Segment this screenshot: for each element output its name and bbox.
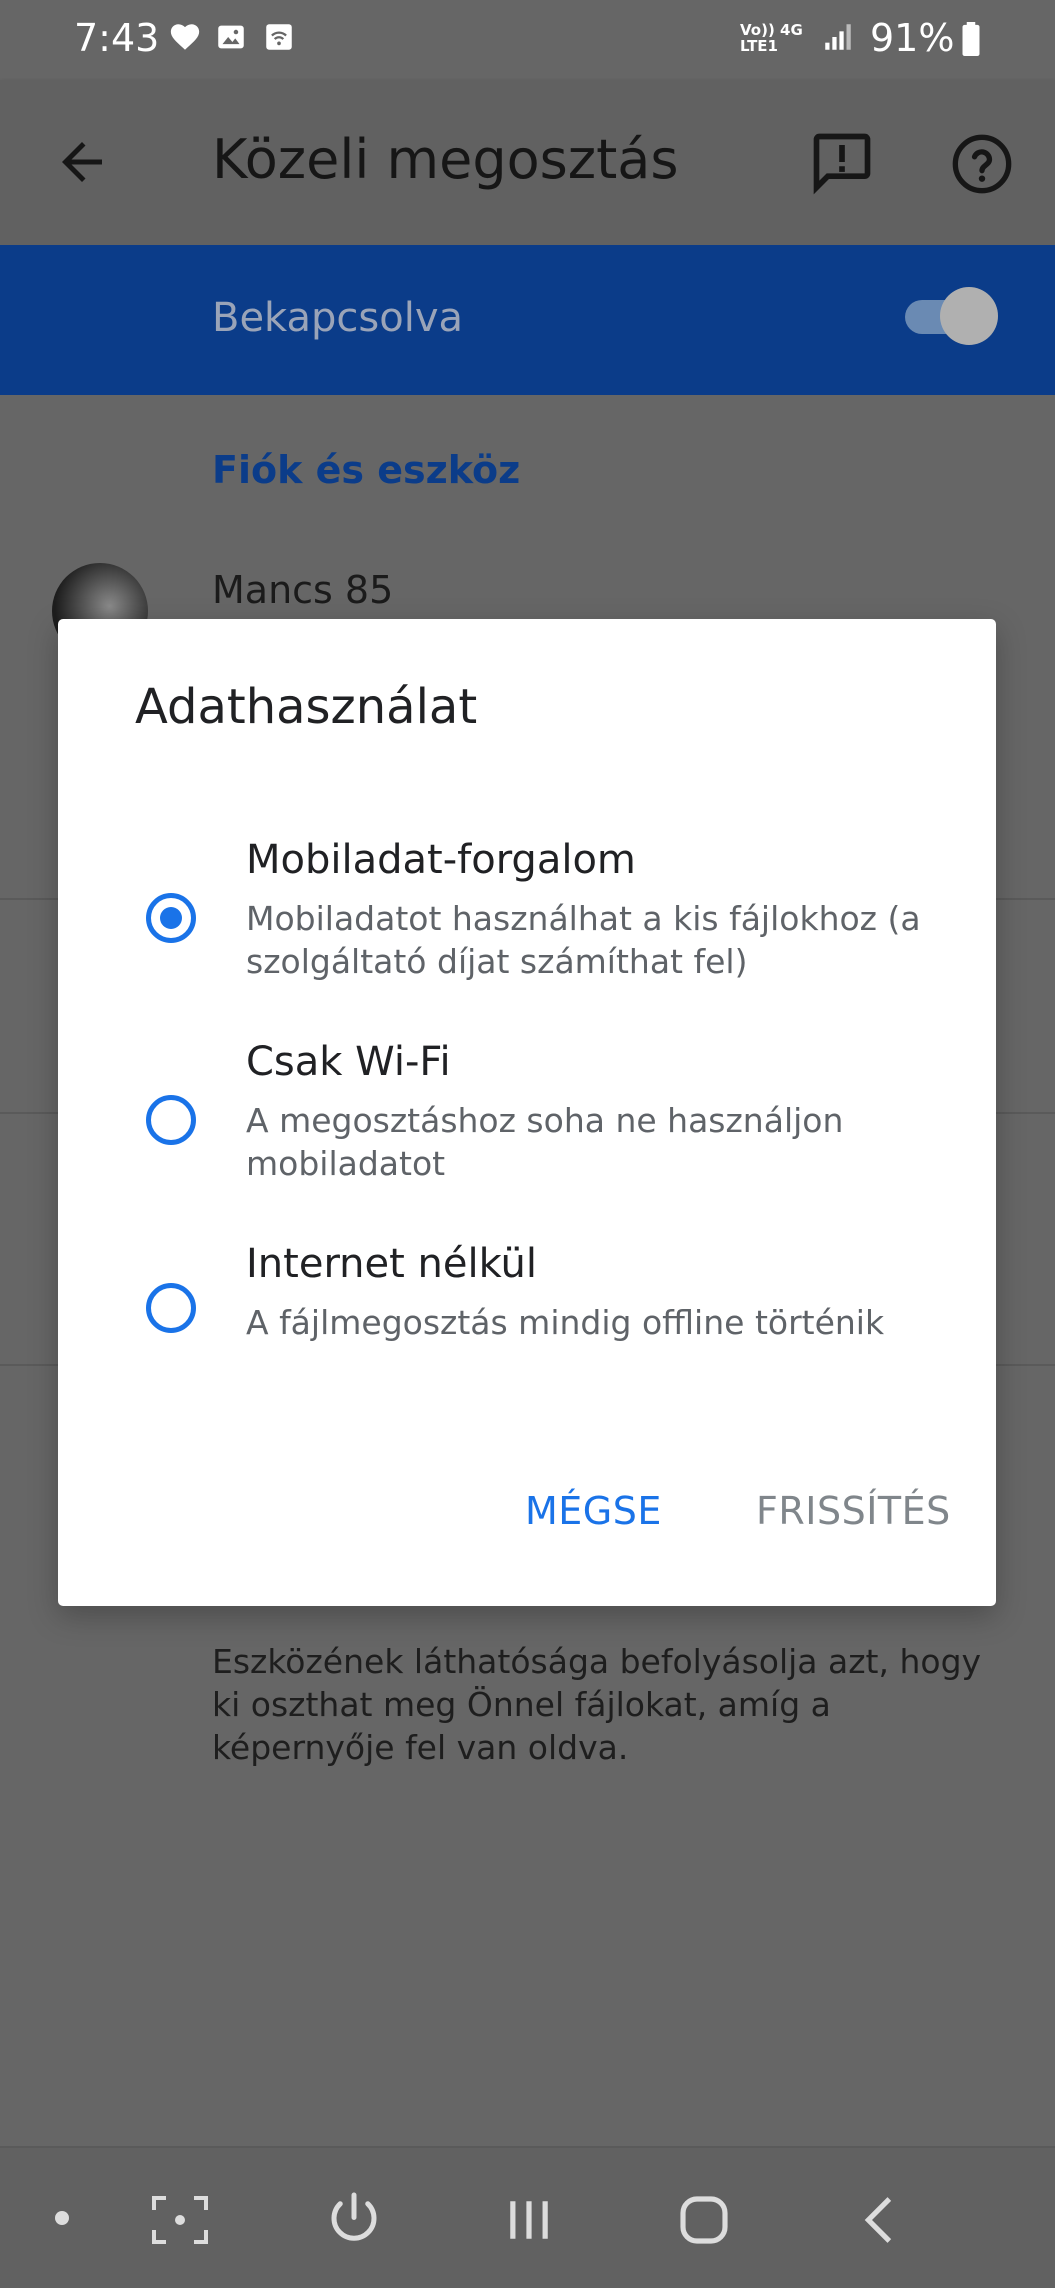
battery-icon xyxy=(960,22,982,60)
help-icon[interactable] xyxy=(950,132,1014,200)
radio-wifi-only[interactable] xyxy=(146,1095,196,1145)
app-bar: Közeli megosztás xyxy=(0,80,1055,245)
dot-icon xyxy=(54,2210,70,2230)
screenshot-capture-icon[interactable] xyxy=(150,2194,210,2250)
option-label: Internet nélkül xyxy=(246,1241,538,1287)
option-description: Mobiladatot használhat a kis fájlokhoz (… xyxy=(246,899,921,981)
recent-apps-icon[interactable] xyxy=(504,2194,554,2250)
data-usage-dialog: Adathasználat Mobiladat-forgalom Mobilad… xyxy=(58,619,996,1606)
toggle-label: Bekapcsolva xyxy=(212,295,464,341)
network-type: Vo)) 4G LTE1 xyxy=(740,21,803,55)
image-icon xyxy=(214,20,248,58)
radio-no-internet[interactable] xyxy=(146,1283,196,1333)
status-time: 7:43 xyxy=(74,16,160,60)
home-icon[interactable] xyxy=(676,2192,732,2252)
option-wifi-only[interactable]: Csak Wi-Fi A megosztáshoz soha ne haszná… xyxy=(58,1039,996,1219)
account-name[interactable]: Mancs 85 xyxy=(212,568,393,612)
battery-percent: 91% xyxy=(870,16,955,60)
cancel-button[interactable]: MÉGSE xyxy=(525,1489,662,1533)
navigation-bar xyxy=(0,2146,1055,2288)
feedback-icon[interactable] xyxy=(808,128,876,200)
heart-icon xyxy=(168,20,202,58)
page-title: Közeli megosztás xyxy=(212,128,679,191)
wifi-calling-icon xyxy=(262,20,296,58)
update-button[interactable]: FRISSÍTÉS xyxy=(756,1489,951,1533)
option-description: A fájlmegosztás mindig offline történik xyxy=(246,1303,885,1342)
option-no-internet[interactable]: Internet nélkül A fájlmegosztás mindig o… xyxy=(58,1241,996,1361)
toggle-switch-knob[interactable] xyxy=(940,287,998,345)
option-mobile-data[interactable]: Mobiladat-forgalom Mobiladatot használha… xyxy=(58,837,996,1017)
back-nav-icon[interactable] xyxy=(852,2192,908,2252)
dialog-title: Adathasználat xyxy=(135,679,478,735)
enabled-toggle-row[interactable]: Bekapcsolva xyxy=(0,245,1055,395)
radio-mobile-data[interactable] xyxy=(146,893,196,943)
status-bar: 7:43 Vo)) 4G LTE1 91% xyxy=(0,0,1055,80)
option-label: Csak Wi-Fi xyxy=(246,1039,451,1085)
arrow-back-icon[interactable] xyxy=(52,132,112,196)
option-description: A megosztáshoz soha ne használjon mobila… xyxy=(246,1101,844,1183)
option-label: Mobiladat-forgalom xyxy=(246,837,636,883)
radio-selected-dot xyxy=(160,907,182,929)
power-icon[interactable] xyxy=(324,2190,384,2254)
account-section-heading: Fiók és eszköz xyxy=(212,448,521,492)
signal-icon xyxy=(820,20,856,58)
visibility-description: Eszközének láthatósága befolyásolja azt,… xyxy=(212,1642,982,1767)
